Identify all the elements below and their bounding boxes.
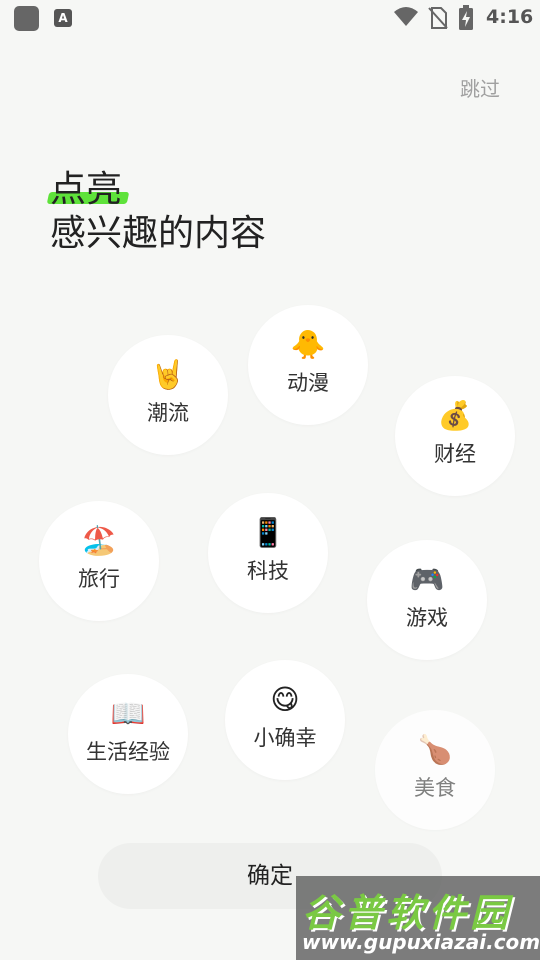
title-highlight-line: 点亮 [46, 168, 130, 212]
interest-label: 潮流 [147, 401, 189, 425]
interest-bubble-food[interactable]: 🍗 美食 [375, 710, 495, 830]
accessibility-icon: A [54, 9, 72, 27]
interest-bubble-life-tips[interactable]: 📖 生活经验 [68, 674, 188, 794]
interest-bubble-finance[interactable]: 💰 财经 [395, 376, 515, 496]
title-line-2: 感兴趣的内容 [50, 213, 267, 254]
drumstick-icon: 🍗 [417, 733, 453, 766]
page-title: 点亮 感兴趣的内容 [46, 168, 267, 258]
money-bag-icon: 💰 [437, 399, 473, 432]
interest-label: 旅行 [78, 567, 120, 591]
interest-label: 科技 [247, 559, 289, 583]
chick-icon: 🐥 [290, 328, 326, 361]
interest-label: 动漫 [287, 371, 329, 395]
app-icon [14, 6, 39, 31]
interest-bubble-tech[interactable]: 📱 科技 [208, 493, 328, 613]
interest-bubble-anime[interactable]: 🐥 动漫 [248, 305, 368, 425]
wifi-icon [394, 7, 418, 26]
interest-label: 财经 [434, 442, 476, 466]
interest-bubble-trend[interactable]: 🤘 潮流 [108, 335, 228, 455]
yum-face-icon: 😋 [270, 683, 300, 716]
clock: 4:16 [486, 6, 534, 28]
title-line-1: 点亮 [50, 169, 123, 210]
interest-label: 游戏 [406, 606, 448, 630]
open-book-icon: 📖 [110, 697, 146, 730]
interest-bubble-games[interactable]: 🎮 游戏 [367, 540, 487, 660]
beach-icon: 🏖️ [81, 524, 117, 557]
game-controller-icon: 🎮 [409, 563, 445, 596]
status-bar: A 4:16 [0, 0, 540, 36]
watermark-url: www.gupuxiazai.com [302, 930, 540, 954]
interest-label: 小确幸 [253, 726, 317, 750]
watermark-name: 谷普软件园 [302, 891, 513, 935]
watermark-logo: 谷普软件园 www.gupuxiazai.com [296, 876, 540, 960]
interest-bubble-little-joys[interactable]: 😋 小确幸 [225, 660, 345, 780]
interest-label: 美食 [414, 776, 456, 800]
battery-charging-icon [459, 5, 473, 30]
mobile-phone-icon: 📱 [250, 516, 286, 549]
skip-button[interactable]: 跳过 [460, 73, 500, 102]
interest-bubble-travel[interactable]: 🏖️ 旅行 [39, 501, 159, 621]
interest-label: 生活经验 [86, 740, 170, 764]
no-sim-icon [428, 7, 448, 29]
rock-hand-icon: 🤘 [150, 358, 186, 391]
